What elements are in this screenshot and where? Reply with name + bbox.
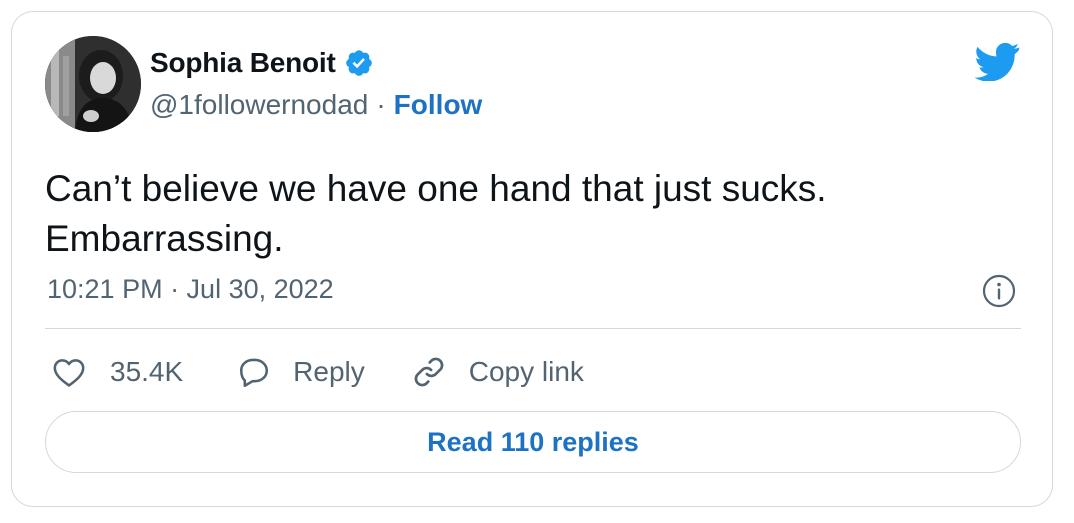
tweet-text: Can’t believe we have one hand that just…: [45, 168, 827, 259]
divider: [45, 328, 1021, 329]
reply-button[interactable]: Reply: [237, 356, 365, 388]
reply-label: Reply: [293, 356, 365, 387]
separator-dot: ·: [376, 89, 386, 120]
action-bar: 35.4K Reply Copy link: [52, 349, 584, 395]
link-icon: [411, 354, 447, 390]
author-handle-row: @1followernodad · Follow: [150, 89, 482, 121]
author-handle[interactable]: @1followernodad: [150, 89, 368, 121]
info-icon[interactable]: [982, 274, 1016, 308]
tweet-card: Sophia Benoit @1followernodad · Follow C…: [11, 11, 1053, 507]
author-display-name[interactable]: Sophia Benoit: [150, 47, 336, 79]
heart-icon: [52, 356, 86, 388]
copy-link-label: Copy link: [468, 356, 584, 387]
like-button[interactable]: 35.4K: [52, 356, 183, 388]
speech-bubble-icon: [237, 356, 271, 388]
read-replies-button[interactable]: Read 110 replies: [45, 411, 1021, 473]
author-name-row: Sophia Benoit: [150, 47, 374, 79]
avatar[interactable]: [45, 36, 141, 132]
tweet-timestamp[interactable]: 10:21 PM · Jul 30, 2022: [47, 274, 334, 305]
copy-link-button[interactable]: Copy link: [411, 354, 584, 390]
verified-badge-icon: [344, 48, 374, 78]
twitter-bird-icon[interactable]: [974, 43, 1020, 81]
like-count: 35.4K: [110, 356, 184, 387]
follow-link[interactable]: Follow: [394, 89, 483, 121]
